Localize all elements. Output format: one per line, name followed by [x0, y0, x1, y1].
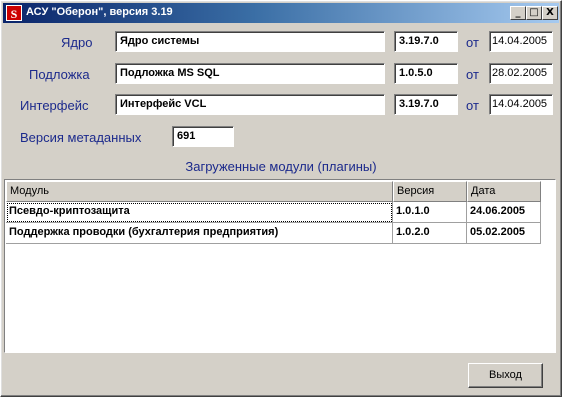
column-header-date[interactable]: Дата — [467, 181, 541, 202]
interface-version-field[interactable]: 3.19.7.0 — [394, 94, 458, 115]
substrate-name-field[interactable]: Подложка MS SQL — [115, 63, 385, 84]
metadata-version-field[interactable]: 691 — [172, 126, 234, 147]
core-date-field[interactable]: 14.04.2005 — [489, 31, 553, 52]
exit-button[interactable]: Выход — [468, 363, 543, 388]
minimize-button[interactable]: _ — [510, 6, 526, 20]
core-label: Ядро — [61, 35, 93, 50]
substrate-label: Подложка — [29, 67, 90, 82]
modules-title: Загруженные модули (плагины) — [185, 159, 377, 174]
module-name-cell[interactable]: Псевдо-криптозащита — [6, 202, 393, 223]
interface-from-label: от — [466, 98, 479, 113]
substrate-date-field[interactable]: 28.02.2005 — [489, 63, 553, 84]
column-header-module[interactable]: Модуль — [6, 181, 393, 202]
substrate-version-field[interactable]: 1.0.5.0 — [394, 63, 458, 84]
maximize-button[interactable]: □ — [526, 6, 542, 20]
module-version-cell[interactable]: 1.0.2.0 — [393, 223, 467, 244]
interface-name-field[interactable]: Интерфейс VCL — [115, 94, 385, 115]
modules-grid[interactable]: Модуль Версия Дата Псевдо-криптозащита 1… — [4, 179, 556, 353]
module-name-cell[interactable]: Поддержка проводки (бухгалтерия предприя… — [6, 223, 393, 244]
substrate-from-label: от — [466, 67, 479, 82]
module-date-cell[interactable]: 05.02.2005 — [467, 223, 541, 244]
window-title: АСУ "Оберон", версия 3.19 — [26, 6, 173, 18]
metadata-version-label: Версия метаданных — [20, 130, 142, 145]
module-date-cell[interactable]: 24.06.2005 — [467, 202, 541, 223]
interface-date-field[interactable]: 14.04.2005 — [489, 94, 553, 115]
column-header-version[interactable]: Версия — [393, 181, 467, 202]
close-button[interactable]: X — [542, 6, 558, 20]
core-version-field[interactable]: 3.19.7.0 — [394, 31, 458, 52]
core-name-field[interactable]: Ядро системы — [115, 31, 385, 52]
module-version-cell[interactable]: 1.0.1.0 — [393, 202, 467, 223]
core-from-label: от — [466, 35, 479, 50]
title-bar[interactable]: S АСУ "Оберон", версия 3.19 _ □ X — [3, 3, 559, 23]
app-icon: S — [6, 5, 22, 21]
about-window: S АСУ "Оберон", версия 3.19 _ □ X Ядро Я… — [0, 0, 562, 397]
interface-label: Интерфейс — [20, 98, 89, 113]
